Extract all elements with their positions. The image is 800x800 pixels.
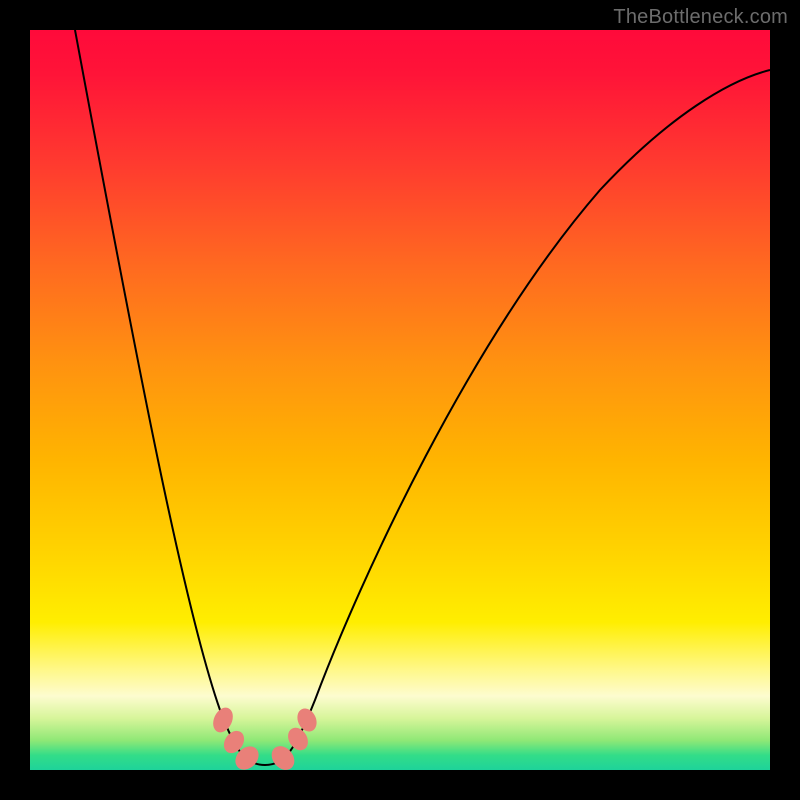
curve-marker [209, 704, 236, 735]
curve-markers [209, 704, 320, 770]
bottleneck-curve [75, 30, 770, 765]
plot-area [30, 30, 770, 770]
chart-frame: TheBottleneck.com [0, 0, 800, 800]
curve-layer [30, 30, 770, 770]
watermark-text: TheBottleneck.com [613, 6, 788, 29]
